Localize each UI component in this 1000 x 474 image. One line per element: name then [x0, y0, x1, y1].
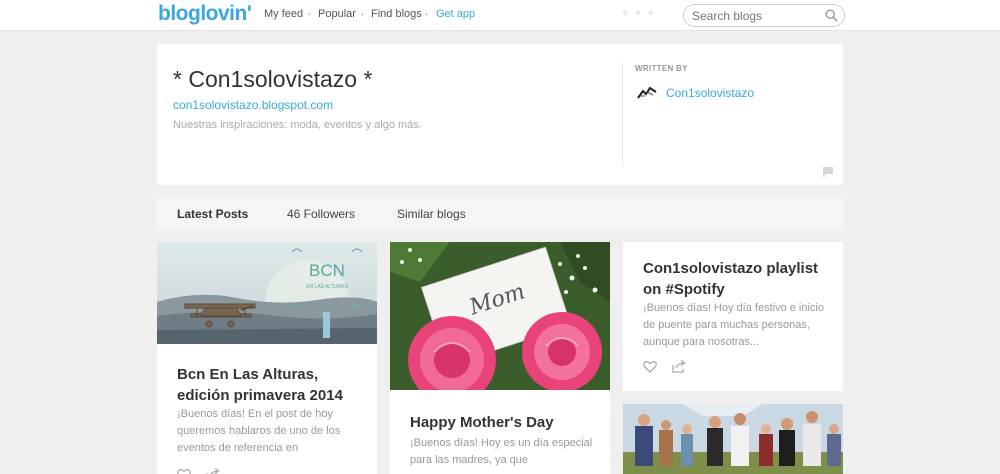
nav-my-feed[interactable]: My feed [264, 8, 303, 20]
top-navigation-bar: bloglovin' My feed • Popular • Find blog… [0, 0, 1000, 31]
post-image-subtext: EN LAS ALTURAS [306, 284, 348, 290]
post-title[interactable]: Con1solovistazo playlist on #Spotify [643, 258, 833, 300]
written-by-label: WRITTEN BY [635, 64, 688, 73]
header-divider [622, 62, 623, 166]
social-icons: ●●● [622, 7, 660, 19]
post-card[interactable]: Mom Happy Mother's Day ¡Buenos días! Hoy… [390, 242, 610, 474]
nav-separator: • [308, 10, 311, 19]
tab-followers[interactable]: 46 Followers [287, 207, 355, 221]
blog-header-card: * Con1solovistazo * con1solovistazo.blog… [157, 44, 843, 185]
nav-separator: • [425, 10, 428, 19]
nav-find-blogs[interactable]: Find blogs [371, 8, 422, 20]
heart-icon[interactable] [643, 360, 657, 373]
post-image-festival-crowd[interactable] [623, 404, 843, 474]
heart-icon[interactable] [177, 468, 191, 474]
post-excerpt: ¡Buenos días! Hoy es un día especial par… [410, 437, 593, 466]
share-icon[interactable] [206, 468, 220, 474]
author-avatar[interactable] [637, 86, 657, 100]
post-title[interactable]: Bcn En Las Alturas, edición primavera 20… [177, 364, 362, 406]
tab-latest-posts[interactable]: Latest Posts [177, 207, 248, 221]
share-icon[interactable] [672, 360, 686, 373]
author-name-link[interactable]: Con1solovistazo [666, 86, 754, 100]
flag-icon[interactable] [823, 167, 833, 177]
post-image-mothers-day-roses[interactable]: Mom [390, 242, 610, 390]
blog-tabs: Latest Posts 46 Followers Similar blogs [157, 197, 843, 230]
post-card[interactable]: Con1solovistazo playlist on #Spotify ¡Bu… [623, 242, 843, 391]
nav-get-app[interactable]: Get app [436, 8, 475, 20]
search-box[interactable] [683, 4, 845, 27]
post-title[interactable]: Happy Mother's Day [410, 412, 595, 433]
post-card[interactable] [623, 404, 843, 474]
search-input[interactable] [692, 8, 822, 23]
blog-url-link[interactable]: con1solovistazo.blogspot.com [173, 98, 333, 112]
post-excerpt: ¡Buenos días! Hoy día festivo e inicio d… [643, 302, 824, 348]
nav-separator: • [361, 10, 364, 19]
post-excerpt: ¡Buenos días! En el post de hoy queremos… [177, 408, 341, 454]
search-icon[interactable] [825, 9, 838, 22]
blog-description: Nuestras inspiraciones: moda, eventos y … [173, 119, 422, 131]
post-card[interactable]: BCN EN LAS ALTURAS Bcn En Las Alturas, e… [157, 242, 377, 474]
post-image-bcn-airplane[interactable]: BCN EN LAS ALTURAS [157, 242, 377, 344]
post-image-text-bcn: BCN [309, 261, 345, 280]
tab-similar-blogs[interactable]: Similar blogs [397, 207, 466, 221]
blog-title: * Con1solovistazo * [173, 66, 373, 92]
bloglovin-logo[interactable]: bloglovin' [158, 2, 252, 26]
nav-popular[interactable]: Popular [318, 8, 356, 20]
